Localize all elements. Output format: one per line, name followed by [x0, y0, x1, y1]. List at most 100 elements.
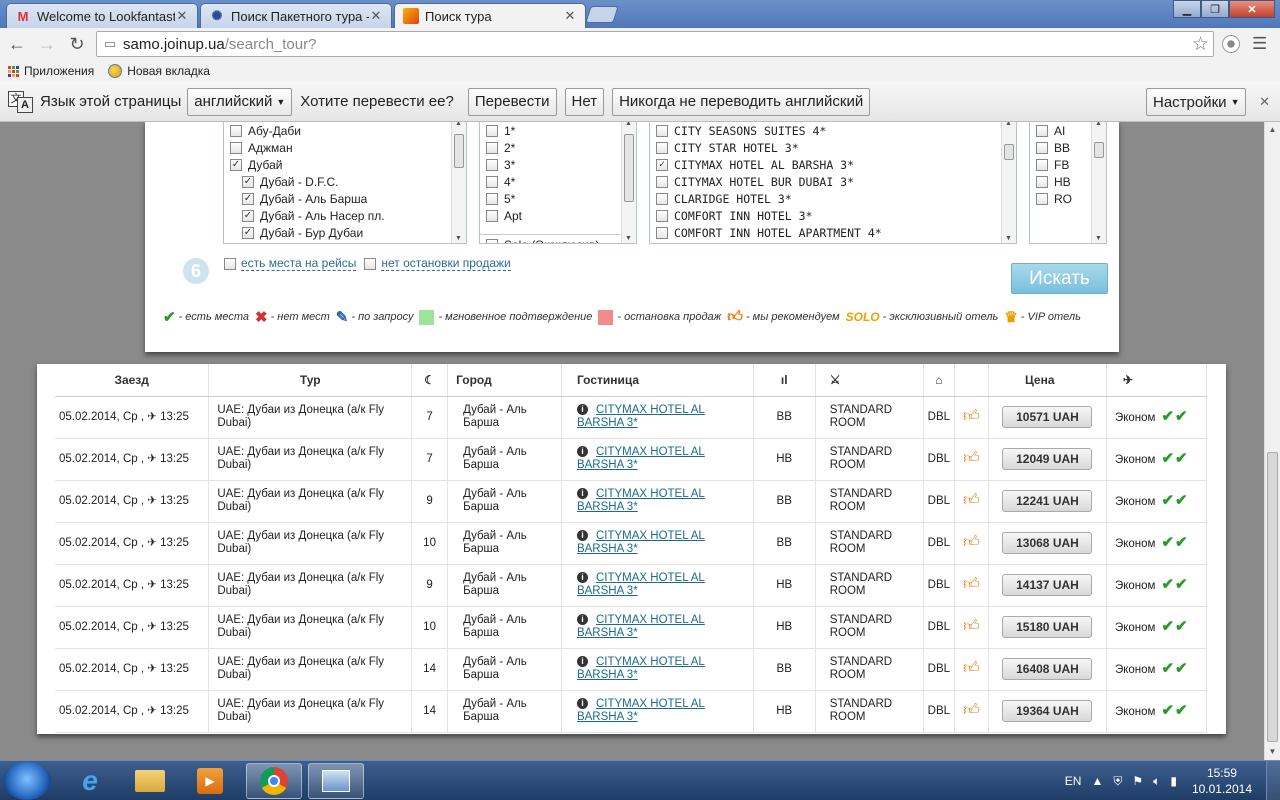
list-item[interactable]: Solo (Эксклюзив)	[480, 234, 636, 243]
list-item[interactable]: 1*	[480, 122, 636, 139]
new-tab-button[interactable]	[585, 6, 619, 23]
list-item[interactable]: CITY STAR HOTEL 3*	[650, 139, 1016, 156]
price-button[interactable]: 10571 UAH	[1002, 406, 1093, 428]
network-icon[interactable]: ▮	[1170, 774, 1177, 788]
checkbox[interactable]	[1036, 192, 1048, 205]
list-item[interactable]: 2*	[480, 139, 636, 156]
close-icon[interactable]: ✕	[175, 8, 189, 24]
bookmark-star-icon[interactable]: ☆	[1192, 33, 1209, 56]
close-icon[interactable]: ✕	[1259, 94, 1270, 110]
list-item[interactable]: COMFORT INN HOTEL APARTMENT 4*	[650, 224, 1016, 241]
show-desktop-button[interactable]	[1266, 761, 1280, 800]
list-item[interactable]: Дубай	[224, 156, 466, 173]
price-button[interactable]: 15180 UAH	[1002, 616, 1093, 638]
volume-icon[interactable]: 🔈︎	[1153, 774, 1160, 789]
header-checkin[interactable]: Заезд	[55, 364, 210, 397]
back-icon[interactable]: ←	[4, 31, 30, 57]
info-icon[interactable]: i	[576, 698, 588, 709]
meals-list-scrollbar[interactable]: ▲ ▼	[1091, 122, 1106, 243]
media-player-icon[interactable]: ▶	[182, 763, 238, 799]
info-icon[interactable]: i	[576, 488, 588, 499]
header-tour[interactable]: Тур	[208, 364, 413, 397]
info-icon[interactable]: i	[576, 656, 588, 667]
list-item[interactable]: Абу-Даби	[224, 122, 466, 139]
list-item[interactable]: Дубай - Бур Дубаи	[224, 224, 466, 241]
header-hotel[interactable]: Гостиница	[561, 364, 754, 397]
price-button[interactable]: 14137 UAH	[1002, 574, 1093, 596]
checkbox[interactable]	[656, 209, 668, 222]
filter-nostop-label[interactable]: нет остановки продажи	[381, 256, 511, 271]
checkbox[interactable]	[1036, 175, 1048, 188]
translate-settings-button[interactable]: Настройки ▼	[1146, 88, 1247, 116]
list-item[interactable]: Дубай - Аль Барша	[224, 190, 466, 207]
flag-icon[interactable]: ⚑	[1132, 774, 1143, 788]
remote-desktop-icon[interactable]	[308, 763, 364, 799]
address-bar[interactable]: ▭ samo.joinup.ua/search_tour? ☆	[96, 31, 1214, 57]
checkbox[interactable]	[230, 124, 242, 137]
list-item[interactable]: 5*	[480, 190, 636, 207]
menu-icon[interactable]: ☰	[1252, 34, 1267, 54]
hotels-list[interactable]: CITY SEASONS SUITES 4* CITY STAR HOTEL 3*…	[649, 122, 1017, 244]
header-city[interactable]: Город	[447, 364, 562, 397]
checkbox[interactable]	[656, 192, 668, 205]
checkbox[interactable]	[486, 141, 498, 154]
checkbox[interactable]	[1036, 141, 1048, 154]
price-button[interactable]: 19364 UAH	[1002, 700, 1093, 722]
city-list-scrollbar[interactable]: ▲ ▼	[451, 122, 466, 243]
seats-checkbox[interactable]	[224, 257, 236, 270]
cutlery-icon[interactable]: ıl	[753, 364, 816, 397]
list-item[interactable]: COMFORT INN HOTEL 3*	[650, 207, 1016, 224]
search-button[interactable]: Искать	[1011, 263, 1108, 294]
translate-button[interactable]: Перевести	[467, 87, 557, 116]
close-icon[interactable]: ✕	[369, 8, 383, 24]
checkbox[interactable]	[242, 192, 254, 205]
scroll-thumb[interactable]	[1267, 452, 1278, 742]
language-select[interactable]: английский ▼	[187, 87, 293, 116]
price-button[interactable]: 13068 UAH	[1002, 532, 1093, 554]
clock[interactable]: 15:59 10.01.2014	[1192, 765, 1252, 797]
checkbox[interactable]	[656, 124, 668, 137]
checkbox[interactable]	[242, 226, 254, 239]
checkbox[interactable]	[656, 175, 668, 188]
checkbox[interactable]	[486, 239, 498, 243]
checkbox[interactable]	[230, 141, 242, 154]
home-icon[interactable]: ⌂	[923, 364, 956, 397]
hotel-link[interactable]: CITYMAX HOTEL AL BARSHA 3*	[577, 698, 705, 723]
info-icon[interactable]: i	[576, 614, 588, 625]
explorer-icon[interactable]	[122, 763, 178, 799]
checkbox[interactable]	[1036, 158, 1048, 171]
hotel-link[interactable]: CITYMAX HOTEL AL BARSHA 3*	[577, 404, 705, 429]
checkbox[interactable]	[486, 175, 498, 188]
tab-package-tour[interactable]: ✺ Поиск Пакетного тура - J ✕	[200, 3, 392, 28]
scroll-up-icon[interactable]: ▲	[1265, 122, 1280, 138]
bed-icon[interactable]: ⚔	[815, 364, 924, 397]
reload-icon[interactable]: ↻	[64, 31, 90, 57]
stars-list-scrollbar[interactable]: ▲ ▼	[621, 122, 636, 243]
page-scrollbar[interactable]: ▲ ▼	[1264, 122, 1280, 760]
close-window-icon[interactable]: ✕	[1229, 0, 1275, 18]
list-item[interactable]: 4*	[480, 173, 636, 190]
hotel-link[interactable]: CITYMAX HOTEL AL BARSHA 3*	[577, 446, 705, 471]
price-button[interactable]: 12049 UAH	[1002, 448, 1093, 470]
hotel-link[interactable]: CITYMAX HOTEL AL BARSHA 3*	[577, 656, 705, 681]
hotel-link[interactable]: CITYMAX HOTEL AL BARSHA 3*	[577, 572, 705, 597]
scroll-down-icon[interactable]: ▼	[1265, 744, 1280, 760]
minimize-icon[interactable]: ▁	[1173, 0, 1201, 18]
no-button[interactable]: Нет	[564, 87, 605, 116]
hotel-link[interactable]: CITYMAX HOTEL AL BARSHA 3*	[577, 614, 705, 639]
restore-icon[interactable]: ❐	[1201, 0, 1229, 18]
checkbox[interactable]	[230, 158, 242, 171]
hotel-link[interactable]: CITYMAX HOTEL AL BARSHA 3*	[577, 488, 705, 513]
nostop-checkbox[interactable]	[364, 257, 377, 270]
info-icon[interactable]: i	[576, 572, 588, 583]
checkbox[interactable]	[242, 209, 254, 222]
show-hidden-icon[interactable]: ▲	[1091, 774, 1103, 788]
info-icon[interactable]: i	[576, 446, 588, 457]
header-price[interactable]: Цена	[988, 364, 1107, 397]
forward-icon[interactable]: →	[34, 31, 60, 57]
list-item[interactable]: Аджман	[224, 139, 466, 156]
checkbox[interactable]	[486, 192, 498, 205]
list-item[interactable]: CITYMAX HOTEL BUR DUBAI 3*	[650, 173, 1016, 190]
security-icon[interactable]: ⛨	[1113, 774, 1122, 789]
checkbox[interactable]	[486, 124, 498, 137]
